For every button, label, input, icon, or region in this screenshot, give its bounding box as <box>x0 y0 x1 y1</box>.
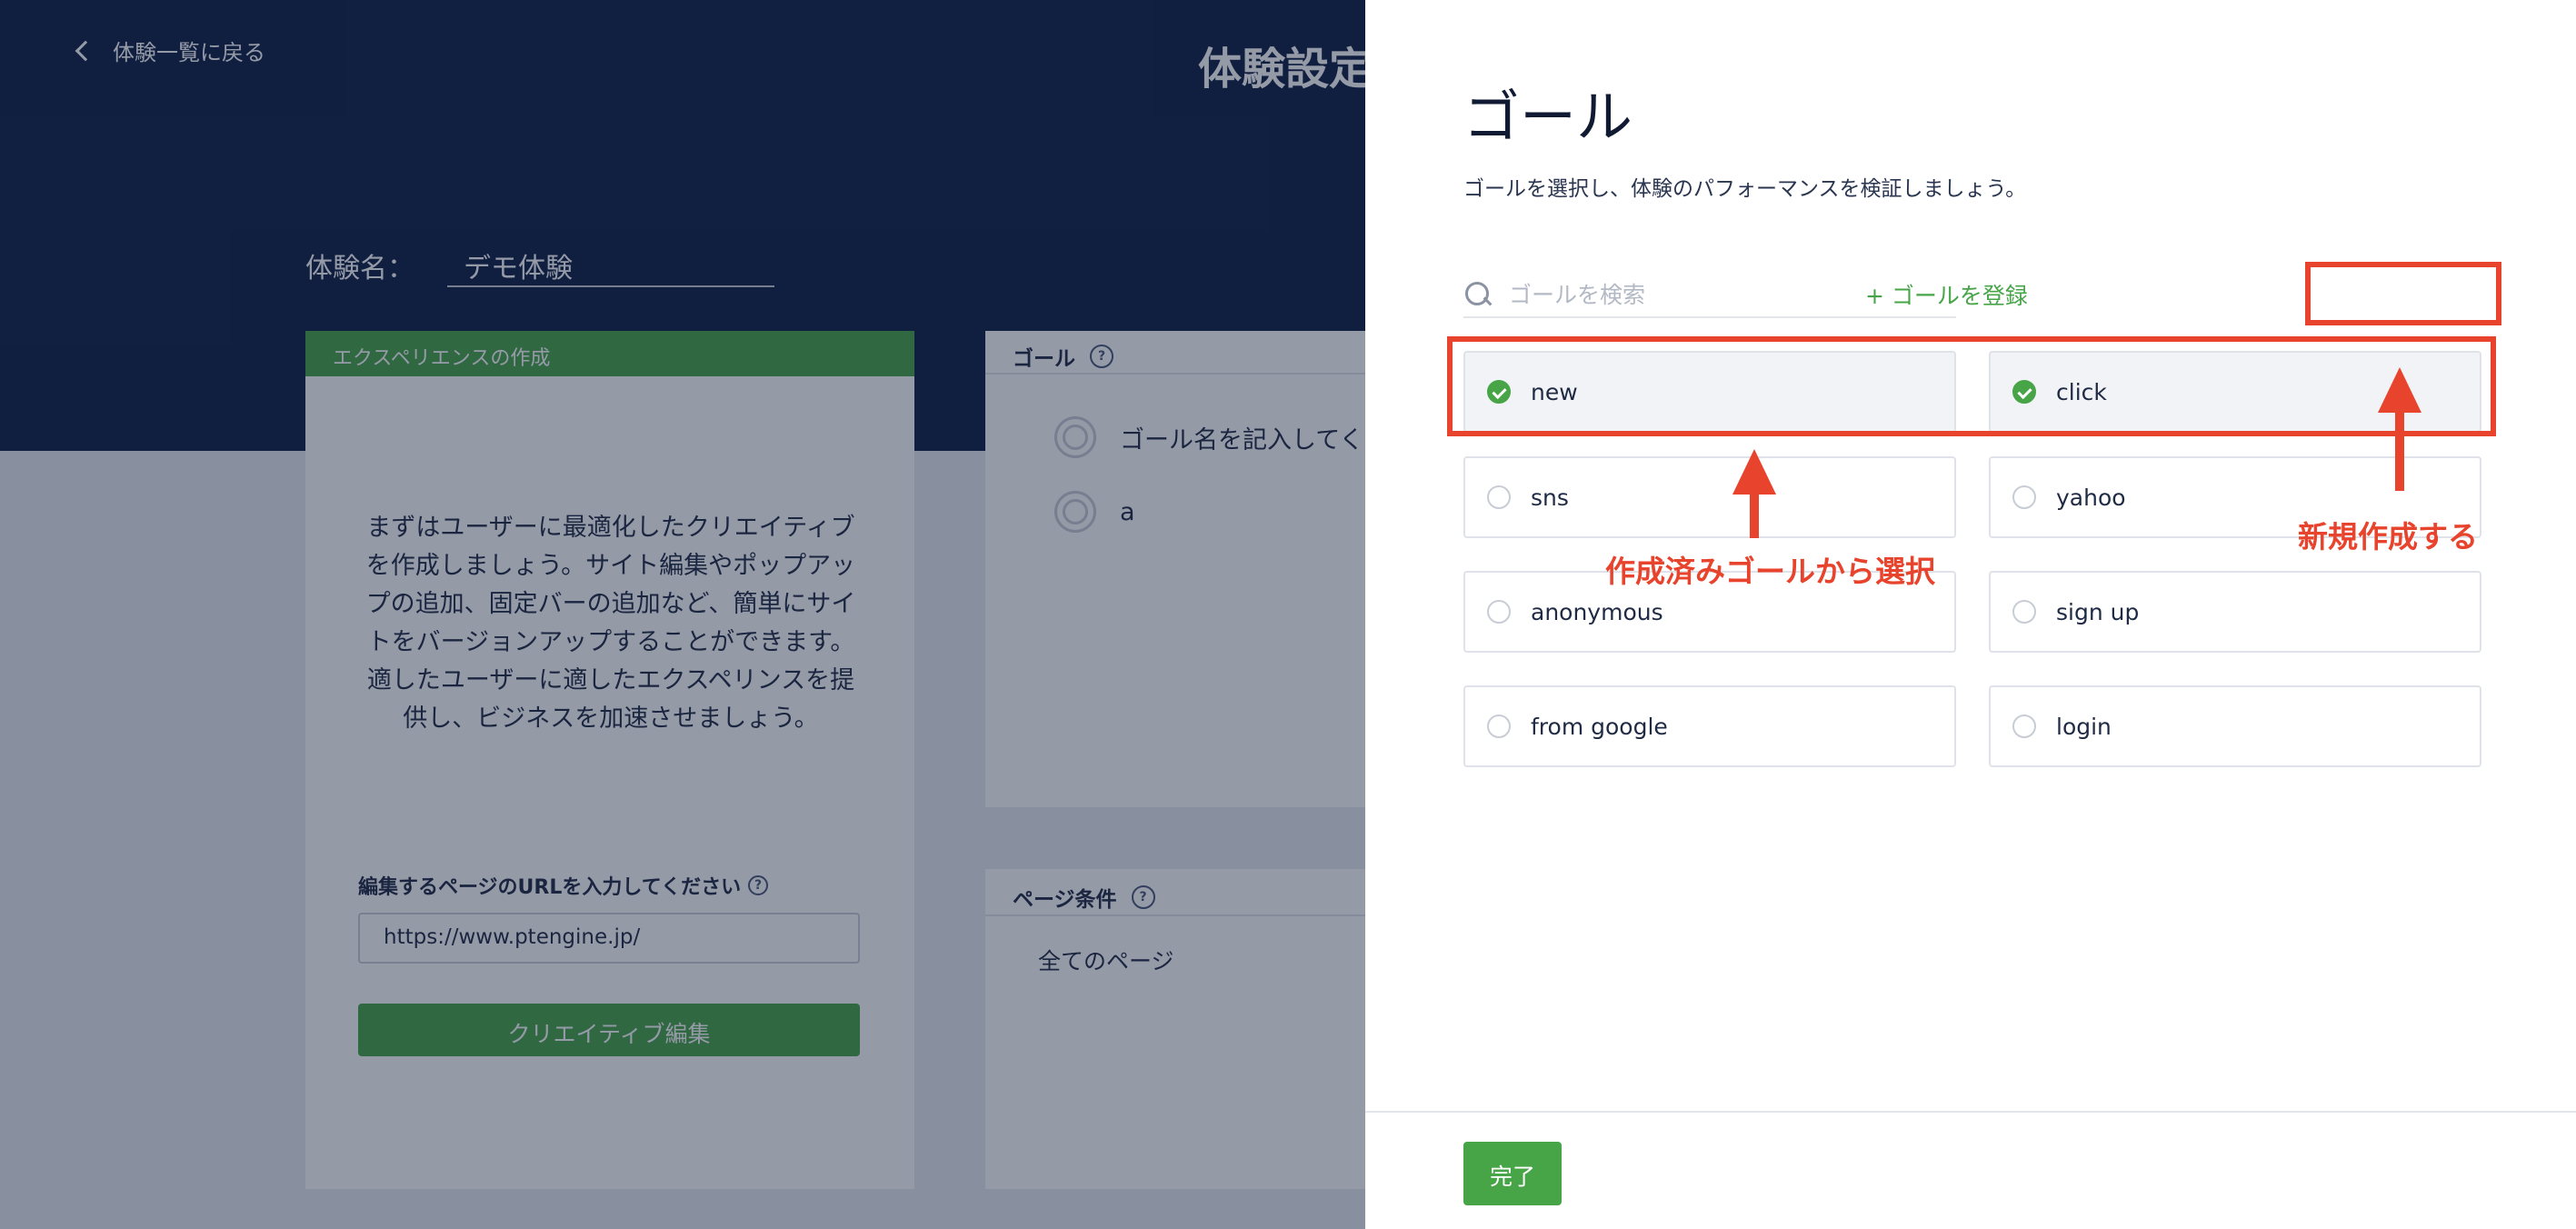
arrow-up-icon <box>2378 367 2421 413</box>
radio-icon <box>2012 600 2036 624</box>
goal-option-from-google[interactable]: from google <box>1463 685 1956 767</box>
goal-option-label: login <box>2056 713 2112 740</box>
goal-option-login[interactable]: login <box>1989 685 2481 767</box>
radio-icon <box>1487 485 1511 509</box>
register-goal-link[interactable]: + ゴールを登録 <box>1865 278 2028 311</box>
goal-option-label: yahoo <box>2056 484 2126 511</box>
annotation-arrow-shaft <box>1750 491 1759 538</box>
goal-panel: ゴール ゴールを選択し、体験のパフォーマンスを検証しましょう。 new clic… <box>1365 0 2576 1229</box>
panel-footer: 完了 <box>1365 1111 2576 1229</box>
goal-option-label: anonymous <box>1531 598 1663 625</box>
goal-option-label: sns <box>1531 484 1569 511</box>
panel-description: ゴールを選択し、体験のパフォーマンスを検証しましょう。 <box>1463 177 2027 201</box>
modal-overlay[interactable] <box>0 0 1365 1229</box>
panel-title: ゴール <box>1463 84 1633 150</box>
radio-icon <box>2012 714 2036 738</box>
annotation-box-selected-goals <box>1447 336 2496 436</box>
radio-icon <box>1487 714 1511 738</box>
annotation-arrow-shaft <box>2395 409 2404 491</box>
annotation-select-existing: 作成済みゴールから選択 <box>1605 554 1935 589</box>
goal-option-label: from google <box>1531 713 1668 740</box>
goal-option-sign-up[interactable]: sign up <box>1989 571 2481 653</box>
search-icon <box>1463 280 1493 309</box>
radio-icon <box>1487 600 1511 624</box>
annotation-create-new: 新規作成する <box>2298 519 2478 555</box>
goal-option-sns[interactable]: sns <box>1463 456 1956 538</box>
radio-icon <box>2012 485 2036 509</box>
goal-option-label: sign up <box>2056 598 2140 625</box>
arrow-up-icon <box>1732 449 1776 495</box>
done-button[interactable]: 完了 <box>1463 1142 1562 1205</box>
annotation-box-register <box>2305 262 2501 325</box>
